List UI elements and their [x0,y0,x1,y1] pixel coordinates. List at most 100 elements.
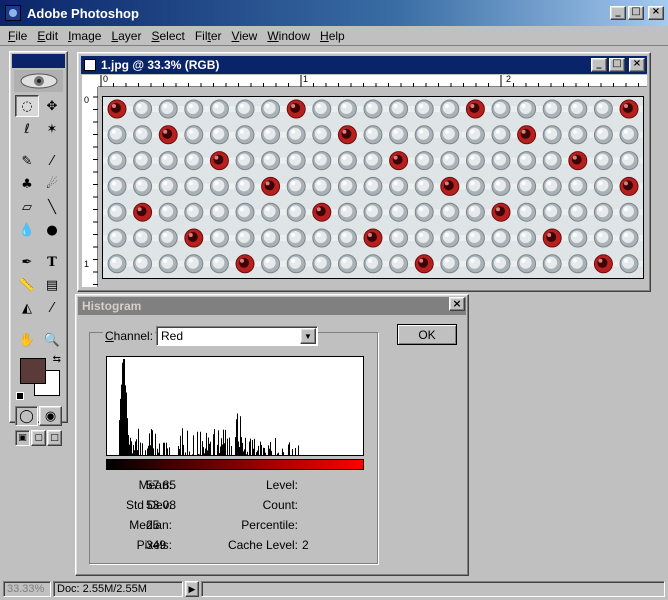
well-negative [235,228,255,248]
gradient-tool-icon[interactable]: ▤ [40,274,64,296]
standard-screen-mode-icon[interactable]: ▣ [15,430,30,446]
eraser-tool-icon[interactable]: ▱ [15,196,39,218]
well-negative [491,151,511,171]
well-negative [517,254,537,274]
photoshop-app-icon[interactable] [5,5,21,21]
measure-tool-icon[interactable]: 📏 [15,274,39,296]
well-negative [542,151,562,171]
swap-colors-icon[interactable]: ⇆ [53,354,61,365]
lasso-tool-icon[interactable]: ℓ [15,118,39,140]
menu-item[interactable]: Select [146,29,189,43]
menu-item[interactable]: Edit [32,29,63,43]
vertical-ruler[interactable]: 0 1 [82,87,98,287]
airbrush-tool-icon[interactable]: ✎ [15,150,39,172]
dodge-tool-icon[interactable]: ● [40,219,64,241]
well-positive [568,151,588,171]
doc-close-button[interactable]: × [629,58,645,72]
quick-mask-mode-icon[interactable]: ◉ [39,406,62,426]
close-button[interactable]: × [648,6,664,20]
median-value: 25 [146,518,160,532]
well-negative [542,125,562,145]
well-negative [261,254,281,274]
std-dev-value: 53.08 [146,498,177,512]
zoom-level-field[interactable]: 33.33% [3,581,51,597]
well-positive [542,228,562,248]
well-negative [184,151,204,171]
menu-item[interactable]: File [3,29,32,43]
well-negative [133,151,153,171]
minimize-button[interactable]: _ [610,6,626,20]
paintbrush-tool-icon[interactable]: ⁄ [40,150,64,172]
well-positive [184,228,204,248]
eye-icon [20,73,57,89]
marquee-tool-icon[interactable]: ◌ [15,95,39,117]
pen-tool-icon[interactable]: ✒ [15,251,39,273]
well-negative [491,99,511,119]
well-negative [312,176,332,196]
well-negative [363,99,383,119]
well-negative [465,202,485,222]
type-tool-icon[interactable]: T [40,251,64,273]
status-message [201,581,665,597]
channel-select[interactable]: Red ▼ [156,326,318,346]
histogram-title: Histogram [82,299,142,313]
default-colors-icon[interactable] [16,392,24,400]
doc-maximize-button[interactable]: □ [609,58,625,72]
well-positive [107,99,127,119]
document-size-info: Doc: 2.55M/2.55M [53,581,183,597]
well-negative [414,151,434,171]
blur-tool-icon[interactable]: 💧 [15,219,39,241]
well-negative [184,125,204,145]
well-positive [619,99,639,119]
menu-item[interactable]: Image [63,29,106,43]
well-negative [414,228,434,248]
well-positive [465,99,485,119]
maximize-button[interactable]: □ [628,6,644,20]
mean-value: 57.85 [146,478,177,492]
well-negative [235,151,255,171]
magic-wand-tool-icon[interactable]: ✶ [40,118,64,140]
zoom-tool-icon[interactable]: 🔍 [40,329,64,351]
foreground-color-swatch[interactable] [20,358,46,384]
ruler-origin[interactable] [82,75,98,87]
hand-tool-icon[interactable]: ✋ [15,329,39,351]
status-menu-arrow-icon[interactable]: ▶ [185,581,199,597]
adobe-eye-logo[interactable] [14,70,63,92]
well-negative [184,99,204,119]
full-screen-menu-mode-icon[interactable]: ▢ [31,430,46,446]
menu-item[interactable]: Help [315,29,350,43]
move-tool-icon[interactable]: ✥ [40,95,64,117]
menu-item[interactable]: View [227,29,263,43]
rubber-stamp-tool-icon[interactable]: ♣ [15,173,39,195]
histogram-title-bar[interactable]: Histogram [78,297,466,315]
well-negative [133,99,153,119]
menu-item[interactable]: Filter [190,29,227,43]
chevron-down-icon[interactable]: ▼ [300,328,316,344]
toolbox-title-bar[interactable] [12,54,65,68]
well-negative [337,228,357,248]
menu-item[interactable]: Window [262,29,315,43]
full-screen-mode-icon[interactable]: □ [47,430,62,446]
image-canvas[interactable] [102,96,644,279]
doc-minimize-button[interactable]: _ [591,58,607,72]
well-negative [593,176,613,196]
history-brush-tool-icon[interactable]: ☄ [40,173,64,195]
standard-mode-icon[interactable]: ◯ [15,406,38,426]
well-negative [261,151,281,171]
well-negative [133,254,153,274]
well-negative [107,228,127,248]
histogram-close-button[interactable]: × [449,297,465,311]
eyedropper-tool-icon[interactable]: ⁄ [40,297,64,319]
histogram-graph[interactable] [106,356,364,456]
document-title-bar[interactable]: 1.jpg @ 33.3% (RGB) _ □ × [81,56,647,74]
well-negative [414,99,434,119]
line-tool-icon[interactable]: ╲ [40,196,64,218]
paint-bucket-tool-icon[interactable]: ◭ [15,297,39,319]
menu-item[interactable]: Layer [106,29,146,43]
ok-button[interactable]: OK [397,324,457,345]
well-negative [184,254,204,274]
well-negative [619,254,639,274]
horizontal-ruler[interactable]: 0 1 2 [98,74,647,87]
well-negative [465,151,485,171]
app-title-bar[interactable]: Adobe Photoshop _ □ × [0,0,668,26]
